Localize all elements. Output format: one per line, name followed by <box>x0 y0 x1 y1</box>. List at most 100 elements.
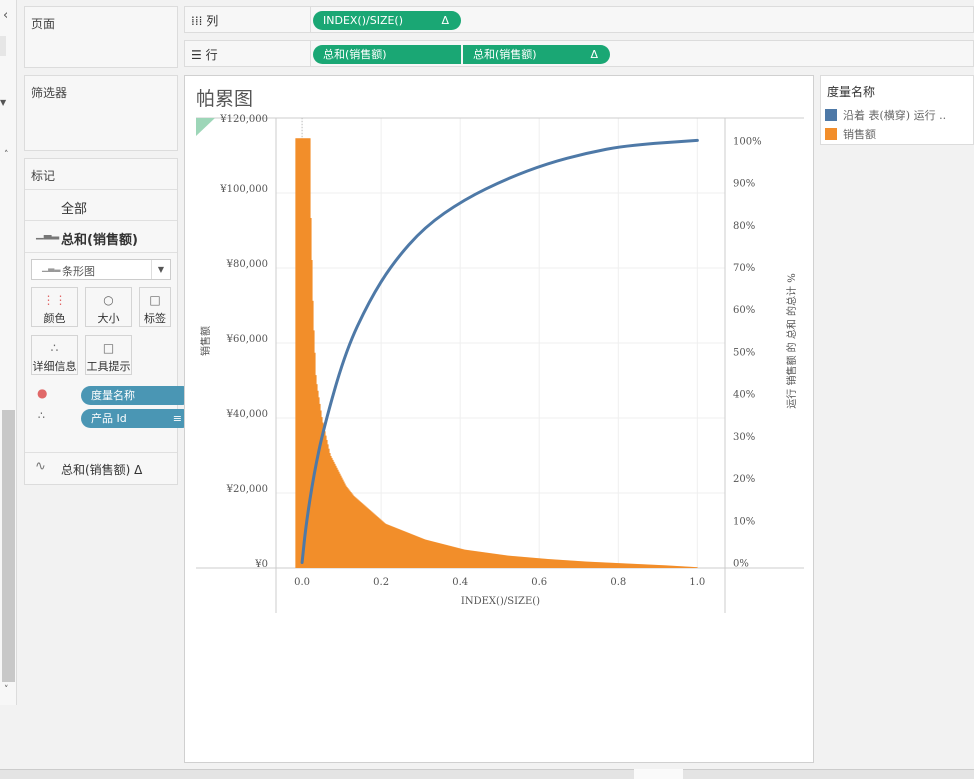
x-tick-label: 0.6 <box>531 577 547 588</box>
measure-names-pill[interactable]: 度量名称 <box>81 386 192 405</box>
x-tick-label: 0.8 <box>610 577 626 588</box>
y2-tick-label: 90% <box>733 179 755 190</box>
marks-layer2-label: 总和(销售额) Δ <box>61 463 143 477</box>
sheet-tab-bar[interactable] <box>0 769 974 779</box>
x-tick-label: 0.4 <box>452 577 468 588</box>
legend-label: 沿着 表(横穿) 运行 .. <box>843 109 947 122</box>
scroll-down-icon[interactable]: ˅ <box>4 685 9 695</box>
x-tick-label: 0.0 <box>294 577 310 588</box>
pareto-chart[interactable]: ¥0 ¥20,000 ¥40,000 ¥60,000 ¥80,000 ¥100,000 ¥1… <box>185 76 815 764</box>
color-button[interactable]: ⋮⋮ 颜色 <box>31 287 78 327</box>
filters-card[interactable]: 筛选器 <box>24 75 178 151</box>
bar <box>696 567 698 568</box>
text-label-icon: □ <box>149 293 161 307</box>
size-label: 大小 <box>97 312 120 325</box>
pill-text: 总和(销售额) <box>323 48 387 61</box>
y2-tick-label: 100% <box>733 136 762 147</box>
bar-chart-icon: ▁▃▂ <box>36 229 60 240</box>
detail-label: 详细信息 <box>32 360 77 373</box>
collapse-arrow-icon[interactable]: ‹ <box>3 8 8 23</box>
sort-icon: ≡ <box>172 412 182 425</box>
rows-shelf[interactable]: ☰ 行 总和(销售额) 总和(销售额) Δ <box>184 40 974 67</box>
chart-view: 帕累图 ¥0 ¥20,000 ¥40,000 ¥60,000 ¥80,000 ¥100,0… <box>184 75 814 763</box>
y2-tick-label: 80% <box>733 221 755 232</box>
tooltip-button[interactable]: □ 工具提示 <box>85 335 132 375</box>
filters-title: 筛选器 <box>31 86 68 100</box>
marks-title: 标记 <box>31 169 56 183</box>
detail-icon: ∴ <box>50 341 59 355</box>
y-tick-label: ¥100,000 <box>219 184 268 195</box>
y2-tick-label: 70% <box>733 263 755 274</box>
y-tick-label: ¥40,000 <box>226 409 268 420</box>
columns-label: 列 <box>206 14 219 28</box>
tooltip-icon: □ <box>102 341 115 355</box>
y2-axis-title: 运行 销售额 的 总和 的总计 % <box>785 273 798 408</box>
pages-card[interactable]: 页面 <box>24 6 178 68</box>
marks-layer-line[interactable]: ∿ 总和(销售额) Δ <box>25 452 177 484</box>
axis-corner-icon <box>196 118 215 136</box>
legend-item[interactable]: 沿着 表(横穿) 运行 .. <box>825 107 946 123</box>
product-id-label: 产品 Id <box>91 412 127 425</box>
dropdown-icon[interactable]: ▼ <box>0 98 6 107</box>
mark-type-select[interactable]: ▁▃▂ 条形图 ▼ <box>31 259 171 280</box>
pill-text: INDEX()/SIZE() <box>323 14 404 27</box>
product-id-pill[interactable]: 产品 Id ≡ <box>81 409 192 428</box>
pill-text: 总和(销售额) <box>473 48 537 61</box>
color-icon: ● <box>37 386 48 400</box>
marks-layer-bar[interactable]: ▁▃▂ 总和(销售额) <box>25 221 177 253</box>
y-tick-label: ¥120,000 <box>219 114 268 125</box>
legend-swatch <box>825 109 837 121</box>
color-label: 颜色 <box>43 312 66 325</box>
marks-layer-label: 总和(销售额) <box>61 233 138 248</box>
y2-tick-label: 20% <box>733 474 755 485</box>
chevron-down-icon: ▼ <box>151 260 170 279</box>
legend-title: 度量名称 <box>827 85 876 99</box>
rows-pill-2[interactable]: 总和(销售额) Δ <box>463 45 610 64</box>
cumulative-line <box>300 138 699 565</box>
legend-label: 销售额 <box>843 128 876 141</box>
scroll-up-icon[interactable]: ˄ <box>4 150 9 160</box>
rows-pill-1[interactable]: 总和(销售额) <box>313 45 461 64</box>
columns-pill[interactable]: INDEX()/SIZE() Δ <box>313 11 461 30</box>
color-icon: ⋮⋮ <box>42 293 67 307</box>
x-tick-label: 0.2 <box>373 577 389 588</box>
legend: 度量名称 沿着 表(横穿) 运行 .. 销售额 <box>820 75 974 145</box>
line-chart-icon: ∿ <box>35 459 46 474</box>
legend-item[interactable]: 销售额 <box>825 126 876 142</box>
y2-tick-label: 30% <box>733 432 755 443</box>
x-axis-title: INDEX()/SIZE() <box>461 596 540 607</box>
detail-icon: ∴ <box>38 409 45 422</box>
size-icon: ○ <box>103 293 114 307</box>
y2-tick-label: 40% <box>733 390 755 401</box>
data-pane-collapsed: ‹ ▼ ˄ ˅ <box>0 0 17 705</box>
y2-tick-label: 60% <box>733 305 755 316</box>
tooltip-label: 工具提示 <box>86 360 131 373</box>
scrollbar-thumb[interactable] <box>2 410 15 682</box>
field-box[interactable] <box>0 36 6 56</box>
delta-icon: Δ <box>441 14 449 27</box>
label-label: 标签 <box>144 312 166 325</box>
y-tick-label: ¥60,000 <box>226 334 268 345</box>
y-axis-title: 销售额 <box>199 326 212 356</box>
y2-tick-label: 10% <box>733 516 755 527</box>
bar-chart-icon: ▁▃▂ <box>42 263 61 272</box>
delta-icon: Δ <box>590 48 598 61</box>
rows-icon: ☰ <box>191 48 206 62</box>
y-tick-label: ¥20,000 <box>226 484 268 495</box>
y2-tick-label: 50% <box>733 347 755 358</box>
rows-label: 行 <box>205 48 218 62</box>
sheet-tab-active[interactable] <box>634 769 683 779</box>
label-button[interactable]: □ 标签 <box>139 287 171 327</box>
y-tick-label: ¥0 <box>254 559 268 570</box>
y2-tick-label: 0% <box>733 559 749 570</box>
x-tick-label: 1.0 <box>689 577 705 588</box>
y-tick-label: ¥80,000 <box>226 259 268 270</box>
marks-all-label: 全部 <box>61 202 88 217</box>
legend-swatch <box>825 128 837 140</box>
pages-title: 页面 <box>31 17 56 31</box>
marks-card: 标记 全部 ▁▃▂ 总和(销售额) ▁▃▂ 条形图 ▼ ⋮⋮ 颜色 ○ 大小 □ 标签… <box>24 158 192 485</box>
size-button[interactable]: ○ 大小 <box>85 287 132 327</box>
marks-all-tab[interactable]: 全部 <box>25 189 177 221</box>
detail-button[interactable]: ∴ 详细信息 <box>31 335 78 375</box>
columns-shelf[interactable]: ⁞⁞⁞ 列 INDEX()/SIZE() Δ <box>184 6 974 33</box>
